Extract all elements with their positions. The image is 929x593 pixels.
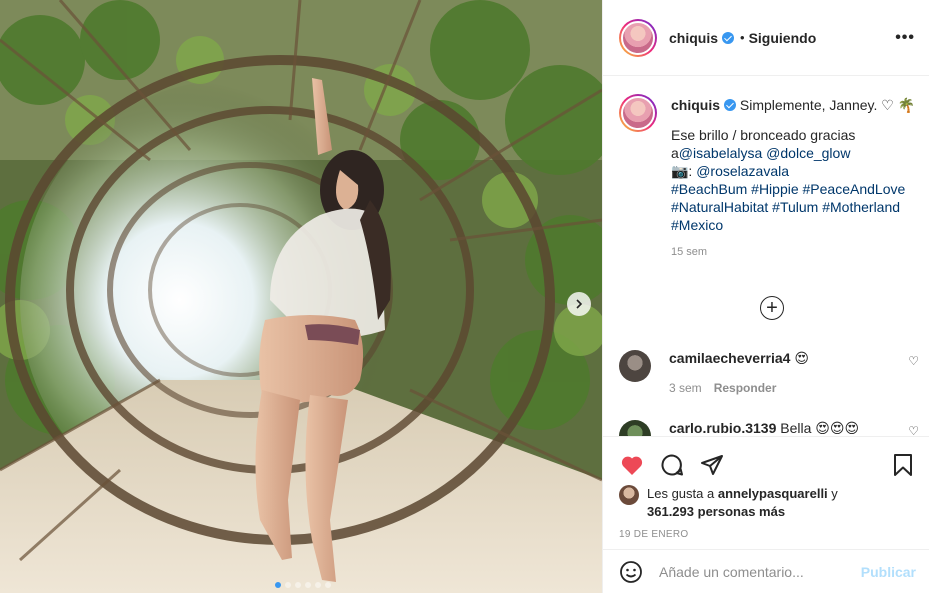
save-button[interactable]: [890, 452, 916, 478]
load-more-comments-button[interactable]: +: [760, 296, 784, 320]
caption-text: chiquis Simplemente, Janney. ♡ 🌴 Ese bri…: [671, 94, 915, 234]
carousel-dot: [305, 582, 311, 588]
like-comment-heart-icon[interactable]: ♡: [908, 354, 919, 368]
comment-username[interactable]: carlo.rubio.3139: [669, 420, 776, 436]
post-date[interactable]: 19 DE ENERO: [603, 529, 929, 540]
action-icons-row: [603, 437, 929, 483]
caption-prefix: a: [671, 145, 679, 161]
publish-button[interactable]: Publicar: [861, 564, 916, 580]
header-username[interactable]: chiquis: [669, 30, 718, 46]
caption-timestamp[interactable]: 15 sem: [671, 246, 919, 258]
verified-badge-icon: [722, 31, 735, 44]
mention-link[interactable]: @dolce_glow: [766, 145, 850, 161]
carousel-dot: [295, 582, 301, 588]
bookmark-icon: [894, 454, 912, 476]
add-comment-bar: Publicar: [603, 549, 929, 593]
comment-bubble-icon: [661, 454, 683, 476]
caption-line: Ese brillo / bronceado gracias: [671, 127, 856, 143]
carousel-dot: [275, 582, 281, 588]
mention-link[interactable]: @isabelalysa: [679, 145, 762, 161]
carousel-next-button[interactable]: [567, 292, 591, 316]
carousel-dot: [315, 582, 321, 588]
hashtag-line[interactable]: #NaturalHabitat #Tulum #Motherland: [671, 198, 915, 216]
avatar[interactable]: [619, 420, 651, 436]
verified-badge-icon: [724, 99, 737, 111]
separator-dot: •: [740, 30, 745, 45]
reply-button[interactable]: Responder: [714, 381, 777, 395]
comment-item: camilaecheverria4 😍 3 sem Responder ♡: [619, 350, 919, 395]
follow-status-button[interactable]: Siguiendo: [749, 30, 817, 46]
emoji-smiley-icon[interactable]: [619, 560, 643, 584]
avatar[interactable]: [619, 350, 651, 382]
carousel-dots: [275, 582, 331, 588]
likes-conj: y: [831, 486, 838, 501]
comment-input[interactable]: [659, 564, 861, 580]
likes-count[interactable]: 361.293: [647, 504, 694, 519]
paper-plane-icon: [701, 455, 723, 475]
comment-text: 😍: [794, 350, 809, 366]
carousel-dot: [285, 582, 291, 588]
post-actions: Les gusta a annelypasquarelli y 361.293 …: [603, 436, 929, 593]
mention-link[interactable]: @roselazavala: [696, 163, 789, 179]
comment-text: Bella 😍😍😍: [780, 420, 860, 436]
comments-list: camilaecheverria4 😍 3 sem Responder ♡ car…: [603, 330, 929, 436]
post-photo[interactable]: [0, 0, 602, 593]
caption-first-line: Simplemente, Janney. ♡ 🌴: [739, 97, 916, 113]
comment-item: carlo.rubio.3139 Bella 😍😍😍 ♡: [619, 420, 919, 436]
carousel-dot: [325, 582, 331, 588]
caption: chiquis Simplemente, Janney. ♡ 🌴 Ese bri…: [619, 94, 919, 258]
avatar-image: [621, 96, 655, 130]
caption-username[interactable]: chiquis: [671, 97, 720, 113]
post-modal: chiquis • Siguiendo ••• chiquis Simpleme…: [0, 0, 929, 593]
post-sidebar: chiquis • Siguiendo ••• chiquis Simpleme…: [602, 0, 929, 593]
hashtag-line[interactable]: #Mexico: [671, 216, 915, 234]
likes-summary: Les gusta a annelypasquarelli y 361.293 …: [603, 485, 929, 521]
avatar-image: [621, 20, 655, 55]
like-comment-heart-icon[interactable]: ♡: [908, 424, 919, 436]
avatar[interactable]: [619, 485, 639, 505]
hashtag-line[interactable]: #BeachBum #Hippie #PeaceAndLove: [671, 180, 915, 198]
more-options-button[interactable]: •••: [895, 29, 915, 47]
comment-username[interactable]: camilaecheverria4: [669, 350, 790, 366]
photo-scene: [0, 0, 602, 593]
like-button[interactable]: [619, 452, 645, 478]
post-header: chiquis • Siguiendo •••: [603, 0, 929, 76]
avatar[interactable]: [619, 18, 657, 57]
share-button[interactable]: [699, 452, 725, 478]
likes-prefix: Les gusta a: [647, 486, 715, 501]
heart-filled-icon: [621, 456, 643, 475]
chevron-right-icon: [576, 299, 583, 309]
comment-button[interactable]: [659, 452, 685, 478]
likes-username[interactable]: annelypasquarelli: [718, 486, 828, 501]
comment-time[interactable]: 3 sem: [669, 381, 702, 395]
avatar[interactable]: [619, 94, 657, 132]
camera-emoji: 📷:: [671, 163, 697, 179]
likes-suffix[interactable]: personas más: [698, 504, 785, 519]
